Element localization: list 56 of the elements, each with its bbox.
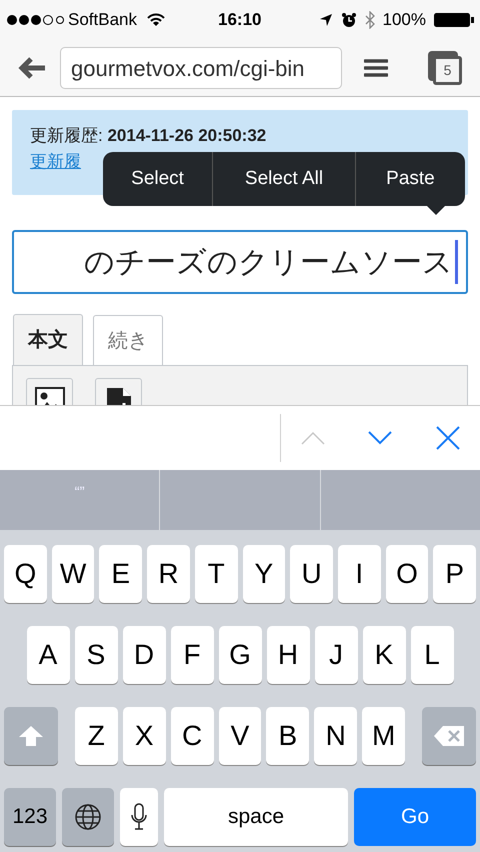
keyboard-key[interactable]: M [362,707,406,765]
title-input-field[interactable]: のチーズのクリームソース [12,230,468,294]
keyboard-key[interactable]: N [314,707,358,765]
update-history-text: 更新履歴: 2014-11-26 20:50:32 [30,125,268,147]
globe-key[interactable] [62,788,114,846]
keyboard-key[interactable]: G [218,626,262,684]
keyboard-key[interactable]: V [218,707,262,765]
carrier-name: SoftBank [68,9,137,32]
space-key[interactable]: space [164,788,348,846]
keyboard-key[interactable]: O [386,545,428,603]
keyboard-key[interactable]: X [122,707,166,765]
keyboard-key[interactable]: P [433,545,476,603]
keyboard-key[interactable]: C [170,707,214,765]
backspace-icon [433,725,466,747]
numbers-key[interactable]: 123 [4,788,56,846]
url-field[interactable]: gourmetvox.com/cgi-bin [60,47,342,89]
wifi-icon [147,13,165,27]
keyboard-key[interactable]: R [147,545,190,603]
microphone-key[interactable] [120,788,158,846]
next-field-button[interactable] [368,431,392,445]
shift-arrow-icon [18,725,44,747]
battery-icon [434,13,474,27]
signal-icon [6,14,64,26]
keyboard-key[interactable]: U [290,545,333,603]
input-text: のチーズのクリームソース [84,244,453,280]
keyboard-key[interactable]: B [266,707,310,765]
editor-tab[interactable]: 本文 [13,314,83,365]
keyboard-key[interactable]: F [170,626,214,684]
microphone-icon [131,803,147,831]
editor-tab[interactable]: 続き [93,315,163,365]
keyboard-key[interactable]: D [122,626,166,684]
keyboard-key[interactable]: A [26,626,70,684]
keyboard-key[interactable]: Q [4,545,47,603]
keyboard-key[interactable]: J [314,626,358,684]
alarm-clock-icon [340,12,357,28]
keyboard-key[interactable]: Y [242,545,286,603]
menu-item[interactable]: Select All [212,152,355,206]
keyboard-key[interactable]: H [266,626,310,684]
menu-icon[interactable] [364,59,388,77]
menu-item[interactable]: Select [103,152,212,206]
keyboard-key[interactable]: L [410,626,454,684]
location-arrow-icon [318,13,333,27]
keyboard-key[interactable]: I [338,545,381,603]
keyboard-key[interactable]: T [194,545,238,603]
keyboard-key[interactable]: W [52,545,94,603]
back-arrow-icon[interactable] [18,57,46,79]
battery-percent: 100% [382,9,426,32]
bluetooth-icon [364,11,375,29]
go-key[interactable]: Go [354,788,476,846]
clock: 16:10 [218,9,262,32]
globe-icon [74,803,102,831]
keyboard-key[interactable]: K [362,626,406,684]
close-icon[interactable] [436,426,460,450]
keyboard-key[interactable]: S [74,626,118,684]
keyboard-key[interactable]: Z [74,707,118,765]
keyboard-key[interactable]: E [99,545,142,603]
